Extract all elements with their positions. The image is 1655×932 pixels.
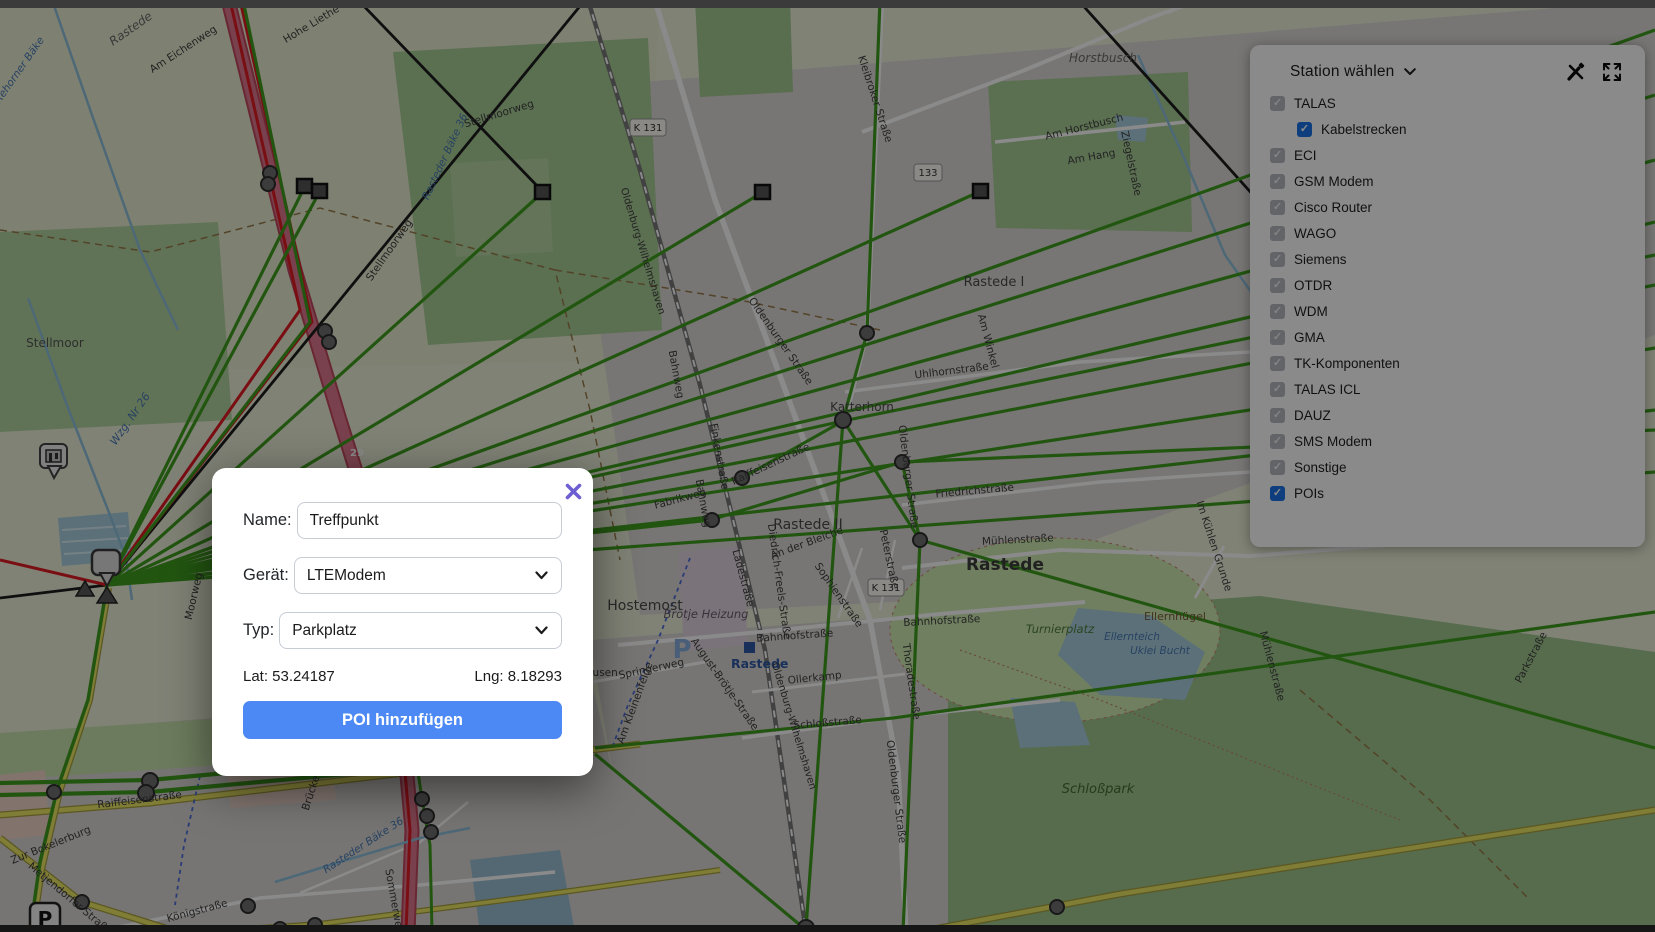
- lng-value: Lng: 8.18293: [474, 668, 562, 685]
- name-row: Name: Treffpunkt: [243, 502, 562, 539]
- lat-value: Lat: 53.24187: [243, 668, 335, 685]
- close-icon[interactable]: [562, 480, 584, 502]
- poi-modal: Name: Treffpunkt Gerät: LTEModem Typ: Pa…: [212, 468, 593, 776]
- add-poi-button[interactable]: POI hinzufügen: [243, 701, 562, 739]
- type-select[interactable]: Parkplatz: [279, 612, 562, 649]
- device-label: Gerät:: [243, 566, 289, 585]
- coords-row: Lat: 53.24187 Lng: 8.18293: [243, 668, 562, 685]
- device-value: LTEModem: [307, 567, 386, 585]
- modal-backdrop[interactable]: [0, 0, 1655, 932]
- name-label: Name:: [243, 511, 292, 530]
- type-value: Parkplatz: [292, 622, 357, 640]
- type-label: Typ:: [243, 621, 274, 640]
- device-select[interactable]: LTEModem: [294, 557, 562, 594]
- type-row: Typ: Parkplatz: [243, 612, 562, 649]
- chevron-down-icon: [535, 567, 548, 585]
- name-input[interactable]: Treffpunkt: [297, 502, 562, 539]
- chevron-down-icon: [535, 622, 548, 640]
- device-row: Gerät: LTEModem: [243, 557, 562, 594]
